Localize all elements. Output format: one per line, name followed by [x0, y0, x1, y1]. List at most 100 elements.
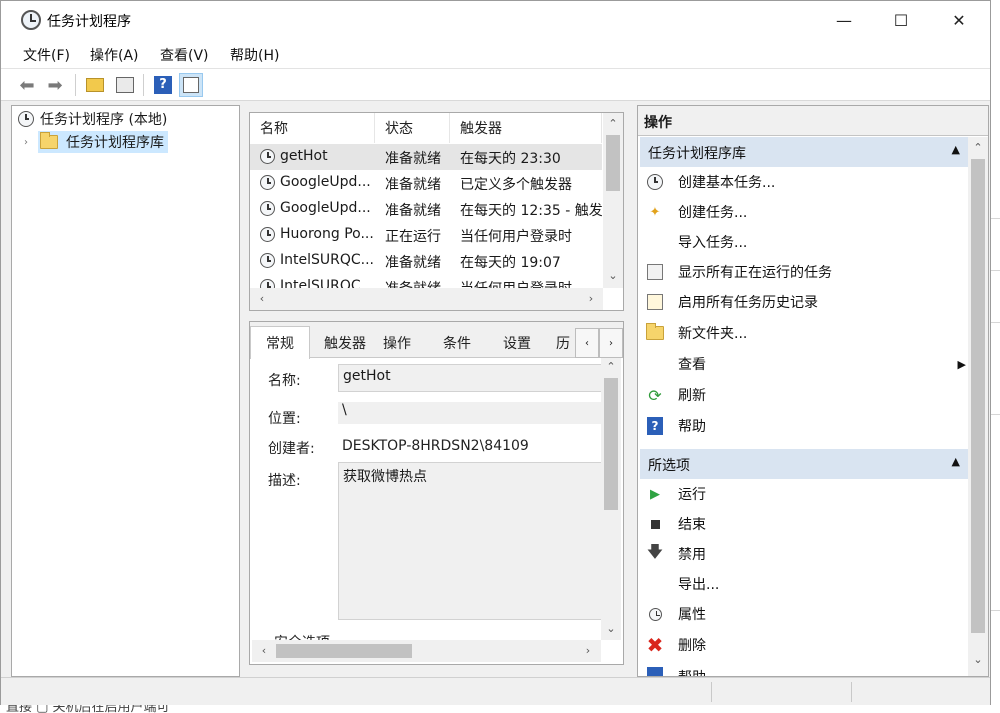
details-hscrollbar[interactable]: ‹ ›: [252, 640, 601, 662]
section-selected-item[interactable]: 所选项 ▲: [640, 449, 968, 479]
action-end[interactable]: 结束: [646, 509, 966, 539]
action-label: 帮助: [678, 419, 706, 435]
task-scheduler-icon: [21, 10, 41, 30]
collapse-up-icon[interactable]: ▲: [952, 455, 960, 468]
task-status: 正在运行: [385, 229, 441, 245]
action-label: 导入任务...: [678, 235, 748, 251]
table-row[interactable]: IntelSURQC... 准备就绪 在每天的 19:07: [250, 248, 602, 274]
scroll-down-icon[interactable]: ⌄: [970, 653, 986, 666]
scroll-right-icon[interactable]: ›: [580, 644, 596, 657]
action-show-running-tasks[interactable]: 显示所有正在运行的任务: [646, 257, 966, 287]
menu-file[interactable]: 文件(F): [23, 45, 70, 65]
task-list-vscrollbar[interactable]: ⌃ ⌄: [603, 113, 623, 288]
action-label: 创建基本任务...: [678, 175, 776, 191]
tab-actions[interactable]: 操作: [376, 328, 418, 358]
action-label: 导出...: [678, 577, 720, 593]
column-header-name[interactable]: 名称: [250, 113, 375, 143]
scroll-up-icon[interactable]: ⌃: [605, 117, 621, 130]
menu-view[interactable]: 查看(V): [160, 45, 209, 65]
name-label: 名称:: [268, 373, 301, 389]
action-new-folder[interactable]: 新文件夹...: [646, 318, 966, 348]
task-folder-icon: [40, 132, 58, 149]
tab-scroll-right-icon[interactable]: ›: [599, 328, 623, 358]
column-header-trigger[interactable]: 触发器: [450, 113, 602, 143]
action-label: 启用所有任务历史记录: [678, 295, 818, 311]
details-vscrollbar[interactable]: ⌃ ⌄: [601, 358, 621, 640]
table-row[interactable]: GoogleUpd... 准备就绪 在每天的 12:35 - 触发: [250, 196, 602, 222]
scroll-thumb[interactable]: [604, 378, 618, 510]
task-list-hscrollbar[interactable]: ‹ ›: [250, 288, 603, 310]
table-row[interactable]: GoogleUpd... 准备就绪 已定义多个触发器: [250, 170, 602, 196]
scroll-right-icon[interactable]: ›: [583, 292, 599, 305]
action-help[interactable]: ? 帮助: [646, 411, 966, 441]
task-clock-icon: [260, 253, 275, 268]
create-basic-task-icon: [646, 173, 664, 191]
task-clock-icon: [260, 227, 275, 242]
table-row[interactable]: Huorong Po... 正在运行 当任何用户登录时: [250, 222, 602, 248]
section-library[interactable]: 任务计划程序库 ▲: [640, 137, 968, 167]
action-export[interactable]: 导出...: [646, 569, 966, 599]
scroll-thumb[interactable]: [971, 159, 985, 633]
scroll-up-icon[interactable]: ⌃: [970, 141, 986, 154]
scroll-up-icon[interactable]: ⌃: [603, 360, 619, 373]
chevron-right-icon[interactable]: ›: [24, 137, 28, 148]
title-bar[interactable]: 任务计划程序 — ☐ ✕: [1, 1, 990, 39]
action-disable[interactable]: 🡇 禁用: [646, 539, 966, 569]
scroll-left-icon[interactable]: ‹: [254, 292, 270, 305]
menu-help[interactable]: 帮助(H): [230, 45, 279, 65]
tab-general[interactable]: 常规: [250, 326, 310, 359]
status-separator: [711, 682, 712, 702]
history-log-icon: [646, 293, 664, 311]
scroll-left-icon[interactable]: ‹: [256, 644, 272, 657]
tree-item-library[interactable]: › 任务计划程序库: [24, 131, 168, 153]
action-enable-history[interactable]: 启用所有任务历史记录: [646, 287, 966, 317]
action-create-basic-task[interactable]: 创建基本任务...: [646, 167, 966, 197]
task-scheduler-window: 任务计划程序 — ☐ ✕ 文件(F) 操作(A) 查看(V) 帮助(H) ⬅ ➡…: [0, 0, 991, 705]
tab-conditions[interactable]: 条件: [436, 328, 478, 358]
forward-arrow-icon[interactable]: ➡: [43, 73, 67, 97]
task-trigger: 当任何用户登录时: [460, 229, 572, 245]
tab-scroll-left-icon[interactable]: ‹: [575, 328, 599, 358]
help-icon[interactable]: ?: [151, 73, 175, 97]
location-field[interactable]: \: [338, 402, 602, 424]
task-status: 准备就绪: [385, 151, 441, 167]
show-hide-console-tree-icon[interactable]: [113, 73, 137, 97]
action-properties[interactable]: 属性: [646, 599, 966, 629]
stop-icon: [646, 515, 664, 533]
scroll-thumb[interactable]: [606, 135, 620, 191]
tab-settings[interactable]: 设置: [496, 328, 538, 358]
tree-root[interactable]: 任务计划程序 (本地): [18, 108, 167, 130]
scroll-thumb[interactable]: [276, 644, 412, 658]
column-header-status[interactable]: 状态: [375, 113, 450, 143]
action-run[interactable]: ▶ 运行: [646, 479, 966, 509]
close-button[interactable]: ✕: [936, 1, 982, 39]
action-import-task[interactable]: 导入任务...: [646, 227, 966, 257]
menu-action[interactable]: 操作(A): [90, 45, 139, 65]
action-delete[interactable]: ✖ 删除: [646, 630, 966, 660]
collapse-up-icon[interactable]: ▲: [952, 143, 960, 156]
table-row[interactable]: IntelSURQC... 准备就绪 当任何用户登录时: [250, 274, 602, 288]
action-help-selected[interactable]: 帮助: [646, 661, 966, 676]
action-label: 帮助: [678, 667, 706, 676]
scroll-down-icon[interactable]: ⌄: [605, 269, 621, 282]
scroll-down-icon[interactable]: ⌄: [603, 622, 619, 635]
show-action-pane-icon[interactable]: [179, 73, 203, 97]
action-view[interactable]: 查看 ▶: [646, 349, 966, 379]
action-label: 运行: [678, 487, 706, 503]
tab-triggers[interactable]: 触发器: [316, 328, 374, 358]
name-field[interactable]: getHot: [338, 364, 602, 392]
up-folder-icon[interactable]: [83, 73, 107, 97]
disable-down-arrow-icon: 🡇: [646, 541, 664, 561]
author-value: DESKTOP-8HRDSN2\84109: [342, 438, 529, 454]
action-refresh[interactable]: ⟳ 刷新: [646, 380, 966, 410]
task-name: getHot: [280, 148, 328, 164]
description-field[interactable]: 获取微博热点: [338, 462, 602, 620]
action-create-task[interactable]: ✦ 创建任务...: [646, 197, 966, 227]
maximize-button[interactable]: ☐: [878, 1, 924, 39]
back-arrow-icon[interactable]: ⬅: [15, 73, 39, 97]
minimize-button[interactable]: —: [821, 1, 867, 39]
bg-divider: [990, 218, 1000, 219]
actions-vscrollbar[interactable]: ⌃ ⌄: [968, 137, 988, 676]
task-status: 准备就绪: [385, 203, 441, 219]
table-row[interactable]: getHot 准备就绪 在每天的 23:30: [250, 144, 602, 170]
